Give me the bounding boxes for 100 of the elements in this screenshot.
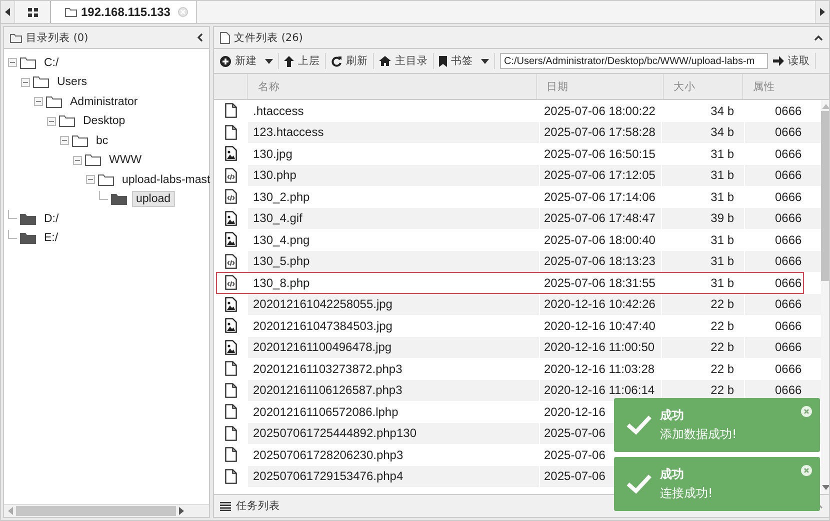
toolbar-button[interactable]: 刷新 xyxy=(331,54,368,68)
image-file-icon xyxy=(224,318,236,334)
panel-title: 任务列表 xyxy=(236,499,280,513)
file-icon xyxy=(224,103,236,118)
table-cell: 0666 xyxy=(775,125,802,140)
folder-icon xyxy=(20,56,36,69)
code-file-icon xyxy=(224,168,236,183)
file-name[interactable]: 202012161042258055.jpg xyxy=(247,294,539,315)
collapse-toggle-icon[interactable] xyxy=(21,78,30,87)
collapse-toggle-icon[interactable] xyxy=(60,136,69,146)
tree-item[interactable]: upload xyxy=(132,191,175,208)
table-cell: 0666 xyxy=(775,104,802,118)
collapse-icon[interactable] xyxy=(197,33,203,42)
table-cell: 31 b xyxy=(710,146,734,161)
close-icon[interactable] xyxy=(801,406,812,417)
table-cell: 2020-12-16 11:00:50 xyxy=(539,336,661,358)
table-cell: 0666 xyxy=(775,211,802,226)
folder-icon xyxy=(46,96,62,108)
grid-icon xyxy=(28,8,38,16)
table-cell: 22 b xyxy=(710,383,734,398)
toast-message: 连接成功! xyxy=(660,485,713,502)
right-arrow-icon[interactable] xyxy=(179,507,184,515)
file-name[interactable]: 130_4.gif xyxy=(247,208,539,229)
close-icon[interactable] xyxy=(801,465,812,476)
up-arrow-icon xyxy=(284,56,294,66)
tree-item[interactable]: D:/ xyxy=(41,212,62,226)
folder-icon xyxy=(33,76,49,88)
table-cell: 31 b xyxy=(710,190,734,204)
table-cell: 0666 xyxy=(775,362,802,376)
tree-item[interactable]: C:/ xyxy=(41,56,62,70)
code-file-icon xyxy=(224,189,236,204)
table-cell: 2025-07-06 17:58:28 xyxy=(539,122,661,143)
collapse-toggle-icon[interactable] xyxy=(8,58,17,68)
tree-item[interactable]: bc xyxy=(93,134,112,148)
file-icon xyxy=(220,32,230,44)
file-name[interactable]: 202507061729153476.php4 xyxy=(247,466,539,487)
toolbar-button[interactable]: 新建 xyxy=(220,54,273,68)
tree-item[interactable]: Users xyxy=(54,75,90,90)
down-arrow-icon[interactable] xyxy=(822,485,829,490)
collapse-icon[interactable] xyxy=(814,34,823,40)
left-arrow-icon[interactable] xyxy=(8,507,13,515)
tree-item[interactable]: upload-labs-mast xyxy=(119,172,214,187)
table-cell: 22 b xyxy=(710,318,734,333)
bookmark-icon xyxy=(439,56,447,66)
table-cell: 0666 xyxy=(775,146,802,161)
collapse-toggle-icon[interactable] xyxy=(86,175,95,184)
table-cell: 0666 xyxy=(775,276,802,290)
collapse-toggle-icon[interactable] xyxy=(34,97,43,106)
file-name[interactable]: 123.htaccess xyxy=(247,122,539,143)
scroll-left-button[interactable] xyxy=(1,1,15,23)
image-file-icon xyxy=(224,146,236,162)
file-name[interactable]: 130_5.php xyxy=(247,250,539,272)
panel-title: 文件列表 (26) xyxy=(234,30,303,44)
collapse-toggle-icon[interactable] xyxy=(73,156,82,165)
table-cell: 0666 xyxy=(775,383,802,398)
tree-item[interactable]: WWW xyxy=(106,153,145,168)
folder-icon xyxy=(98,174,114,186)
image-file-icon xyxy=(224,210,236,226)
vertical-scrollbar[interactable] xyxy=(821,100,829,494)
table-cell: 0666 xyxy=(775,340,802,354)
table-cell: 31 b xyxy=(710,254,734,268)
table-cell: 2025-07-06 17:12:05 xyxy=(539,164,661,186)
tab[interactable]: 192.168.115.133 xyxy=(51,1,198,23)
collapse-toggle-icon[interactable] xyxy=(47,116,56,126)
toolbar-button[interactable]: 主目录 xyxy=(379,54,428,68)
folder-icon xyxy=(65,7,77,17)
image-file-icon xyxy=(224,232,236,248)
folder-icon xyxy=(72,134,88,147)
table-cell: 0666 xyxy=(775,297,802,312)
toolbar-button[interactable]: 上层 xyxy=(284,54,320,68)
file-name[interactable]: 202507061725444892.php130 xyxy=(247,422,539,444)
tree-item[interactable]: E:/ xyxy=(41,231,62,246)
scroll-right-button[interactable] xyxy=(815,1,829,23)
toast-title: 成功 xyxy=(660,466,685,483)
folder-icon xyxy=(85,154,101,166)
tree-item[interactable]: Desktop xyxy=(80,114,128,128)
code-file-icon xyxy=(224,254,236,269)
file-name[interactable]: 130.php xyxy=(247,164,539,186)
table-cell: 31 b xyxy=(710,276,734,290)
toolbar-button[interactable]: 书签 xyxy=(439,54,489,68)
table-cell: 2025-07-06 17:48:47 xyxy=(539,208,661,229)
folder-icon xyxy=(20,212,36,225)
folder-icon xyxy=(20,232,36,244)
path-field[interactable]: C:/Users/Administrator/Desktop/bc/WWW/upload-labs-m xyxy=(500,53,768,69)
file-name[interactable]: 202012161100496478.jpg xyxy=(247,336,539,358)
folder-icon xyxy=(111,193,127,206)
file-icon xyxy=(224,361,236,376)
table-cell: 31 b xyxy=(710,232,734,247)
file-name[interactable]: 202012161106126587.php3 xyxy=(247,380,539,401)
file-icon xyxy=(224,426,236,441)
home-icon xyxy=(379,56,391,66)
right-arrow-icon xyxy=(773,56,784,66)
table-cell: 39 b xyxy=(710,211,734,226)
tree-item[interactable]: Administrator xyxy=(67,94,141,109)
file-icon xyxy=(224,404,236,420)
read-button[interactable]: 读取 xyxy=(773,54,810,68)
horizontal-scrollbar[interactable] xyxy=(4,504,209,517)
file-icon xyxy=(224,447,236,462)
toast-message: 添加数据成功! xyxy=(660,426,737,443)
file-icon xyxy=(224,382,236,398)
